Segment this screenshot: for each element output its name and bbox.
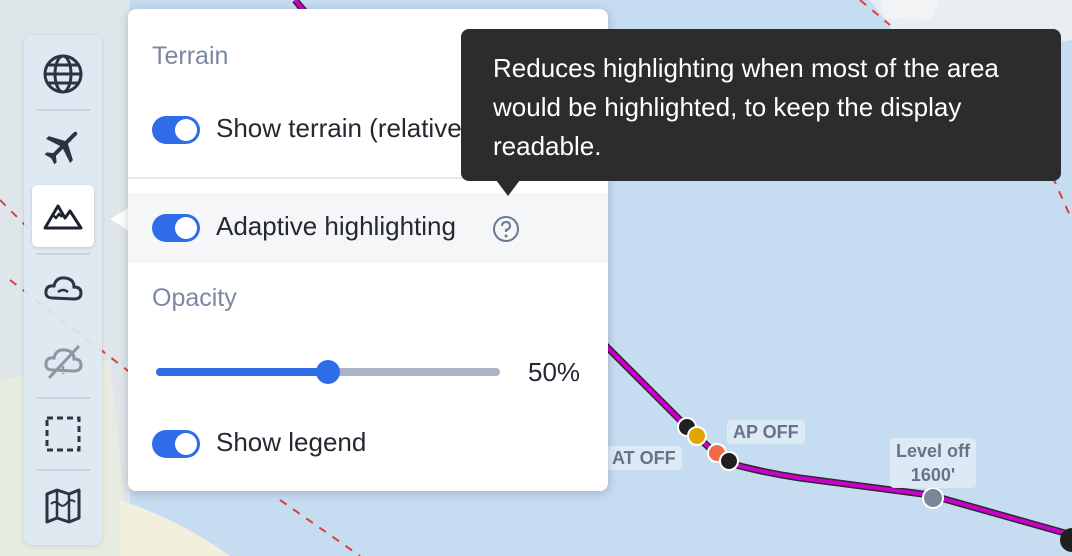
- map-label-level-off-line1: Level off: [896, 441, 971, 461]
- opacity-slider-thumb[interactable]: [316, 360, 340, 384]
- mountain-icon: [43, 204, 83, 230]
- show-legend-label: Show legend: [216, 427, 367, 457]
- tooltip-text: Reduces highlighting when most of the ar…: [493, 53, 999, 161]
- toolbar-separator: [36, 469, 90, 471]
- show-terrain-label: Show terrain (relative: [216, 113, 462, 143]
- dashed-square-icon: [45, 416, 81, 452]
- opacity-value: 50%: [528, 357, 581, 387]
- map-layers-button[interactable]: [32, 43, 94, 105]
- opacity-slider[interactable]: [156, 360, 500, 384]
- traffic-button[interactable]: [32, 115, 94, 177]
- folded-map-icon: [45, 488, 81, 524]
- opacity-slider-fill: [156, 368, 328, 376]
- cloud-slash-icon: [44, 344, 83, 380]
- globe-icon: [43, 54, 83, 94]
- map-label-ap-off[interactable]: AP OFF: [727, 420, 805, 444]
- region-select-button[interactable]: [32, 403, 94, 465]
- adaptive-highlighting-label: Adaptive highlighting: [216, 211, 456, 241]
- charts-button[interactable]: [32, 475, 94, 537]
- map-land: [880, 0, 940, 20]
- terrain-section-title: Terrain: [152, 42, 229, 70]
- airplane-icon: [44, 131, 78, 165]
- tooltip-pointer: [496, 180, 520, 196]
- terrain-button[interactable]: [32, 185, 94, 247]
- panel-pointer: [110, 208, 128, 230]
- event-marker: [719, 451, 739, 471]
- opacity-section-title: Opacity: [152, 284, 237, 312]
- show-terrain-toggle[interactable]: [152, 116, 200, 144]
- cloud-icon: [44, 276, 83, 301]
- toolbar-separator: [36, 397, 90, 399]
- weather-hazards-button[interactable]: [32, 331, 94, 393]
- weather-button[interactable]: [32, 259, 94, 321]
- toolbar-separator: [36, 253, 90, 255]
- show-legend-row[interactable]: Show legend: [128, 409, 608, 479]
- map-label-level-off[interactable]: Level off 1600': [890, 438, 977, 488]
- adaptive-highlighting-toggle[interactable]: [152, 214, 200, 242]
- event-marker-at-off: [687, 426, 707, 446]
- show-legend-toggle[interactable]: [152, 430, 200, 458]
- map-label-level-off-line2: 1600': [910, 465, 956, 485]
- adaptive-highlighting-tooltip: Reduces highlighting when most of the ar…: [461, 29, 1061, 181]
- map-toolbar: [24, 35, 102, 545]
- adaptive-highlighting-row[interactable]: Adaptive highlighting: [128, 193, 608, 263]
- toolbar-separator: [36, 109, 90, 111]
- map-label-at-off[interactable]: AT OFF: [606, 446, 682, 470]
- event-marker-level-off: [922, 487, 944, 509]
- help-icon[interactable]: [492, 215, 520, 243]
